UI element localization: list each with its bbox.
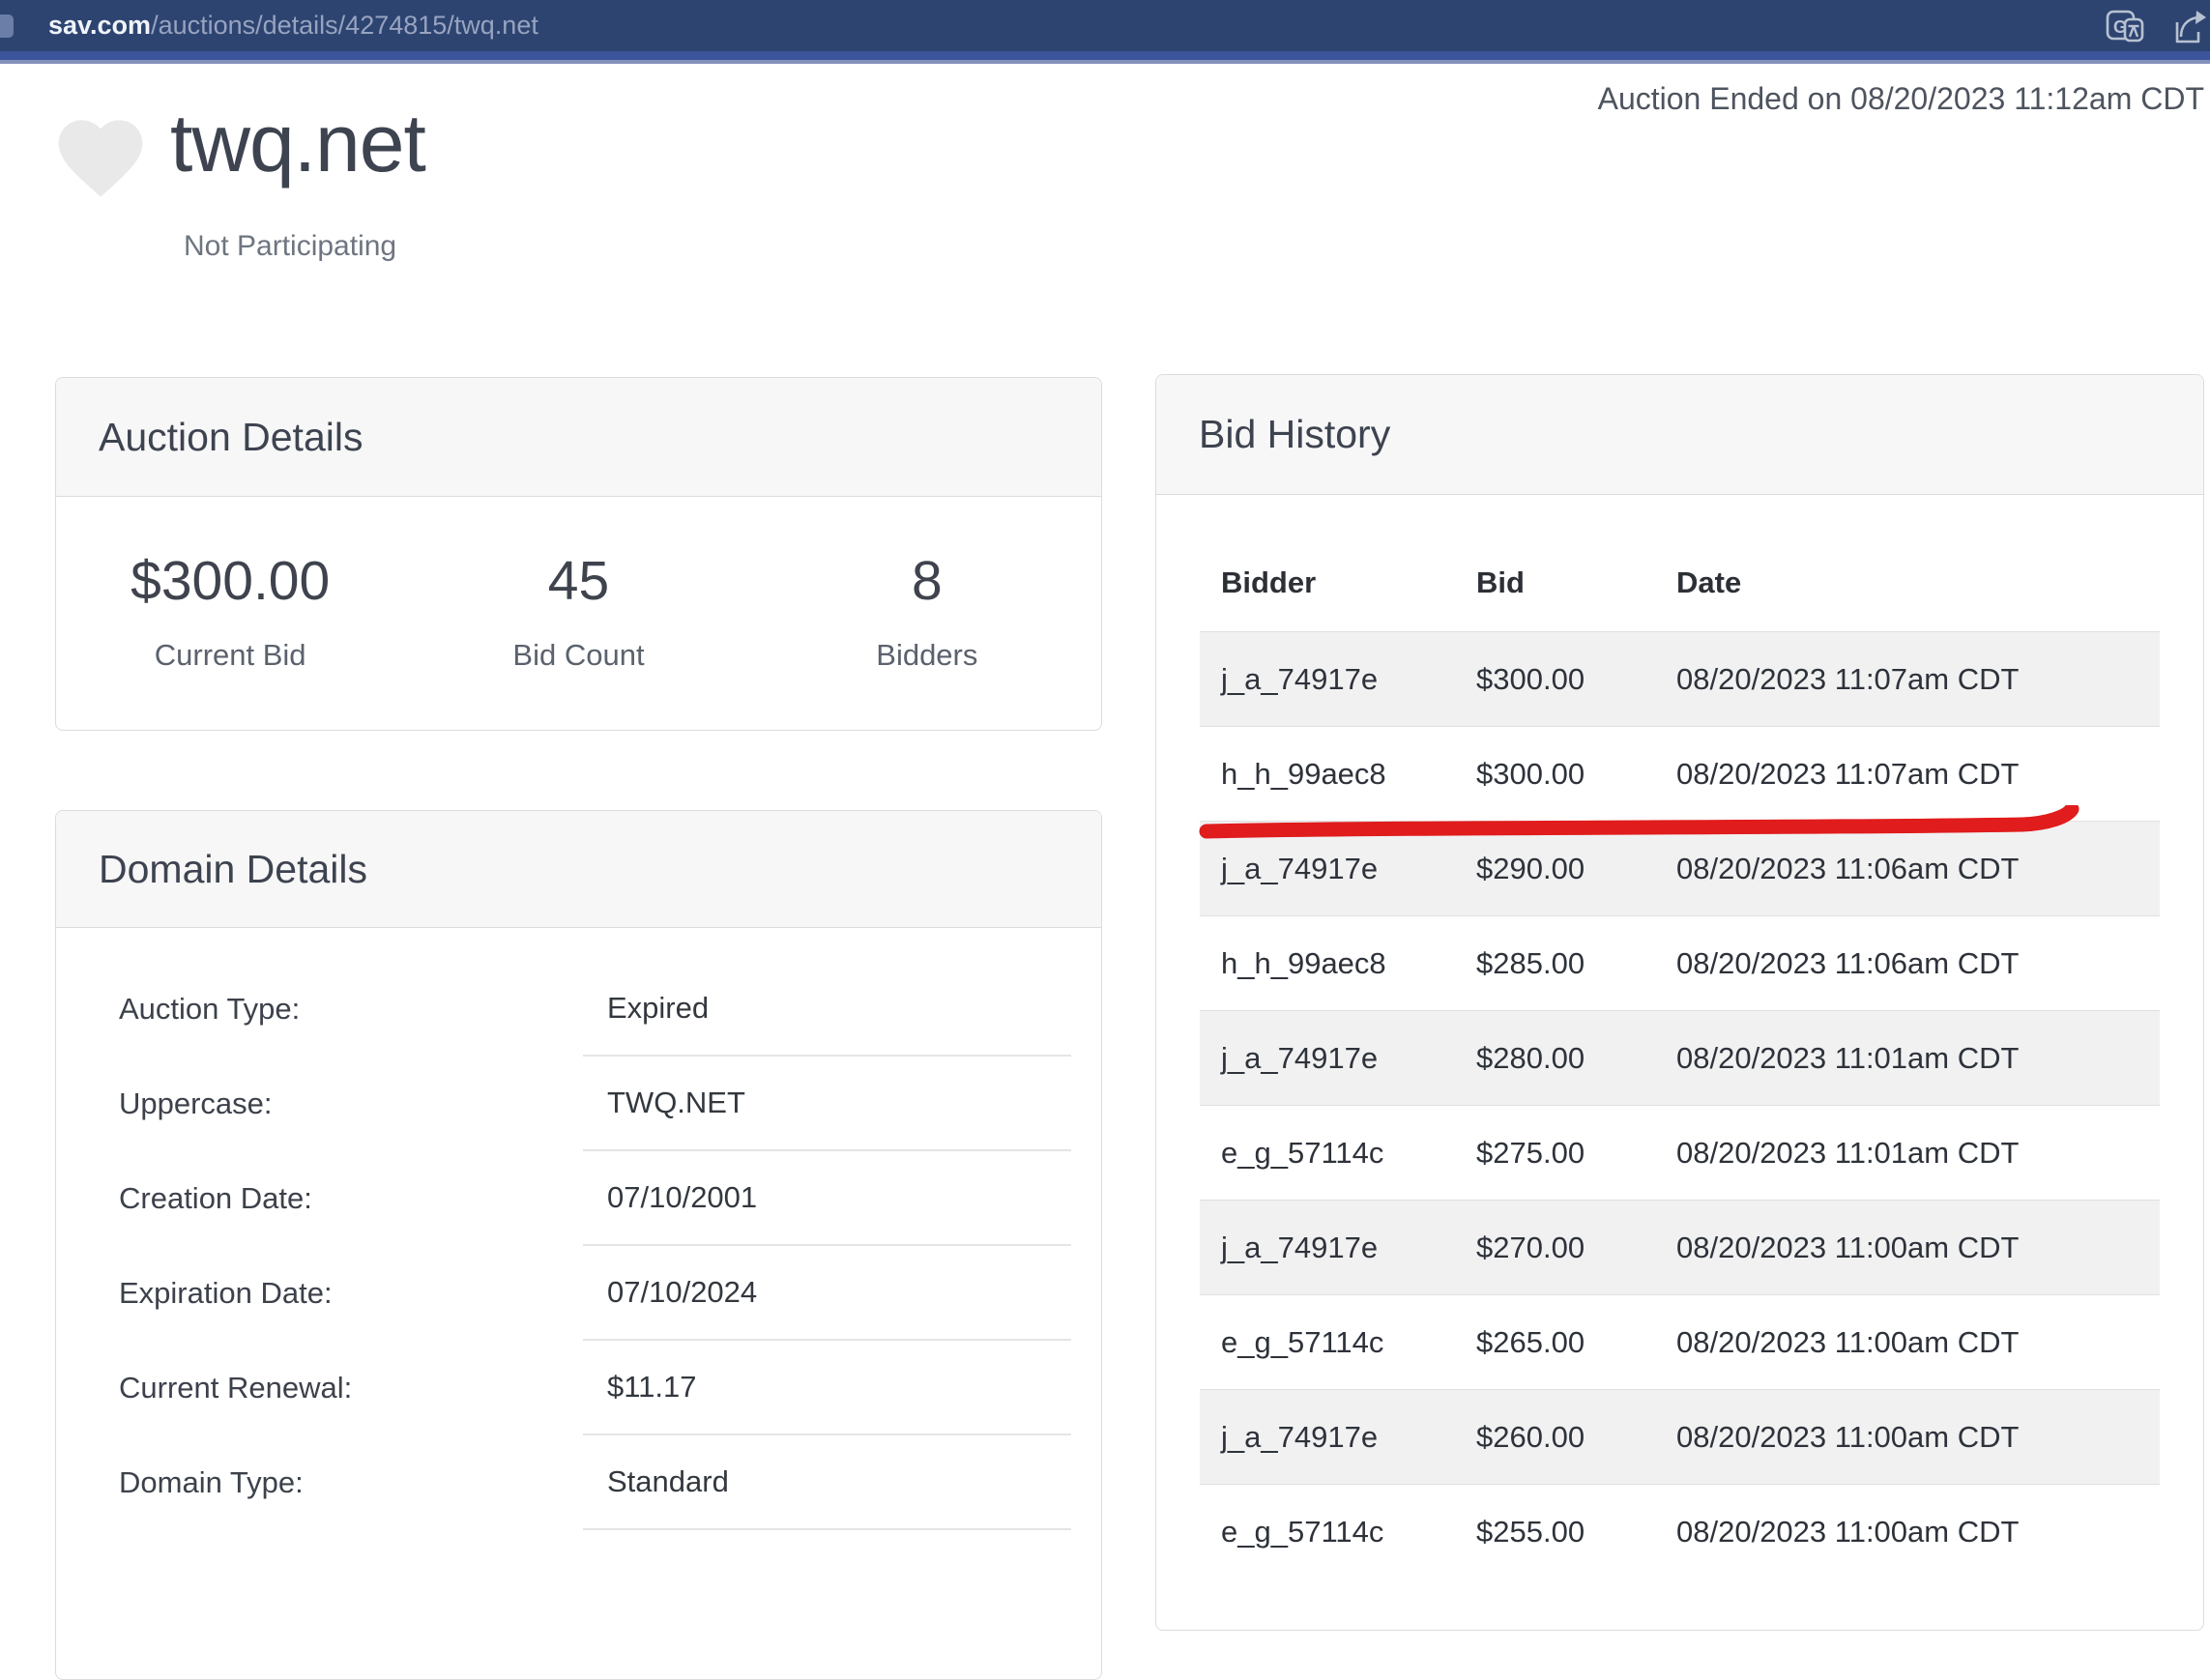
bid-row: j_a_74917e$280.0008/20/2023 11:01am CDT <box>1200 1010 2160 1105</box>
auction-stats: $300.00 Current Bid 45 Bid Count 8 Bidde… <box>56 497 1101 739</box>
bid-row-bidder: h_h_99aec8 <box>1200 946 1476 981</box>
bid-row: h_h_99aec8$285.0008/20/2023 11:06am CDT <box>1200 915 2160 1010</box>
bid-row-amount: $300.00 <box>1476 757 1676 792</box>
bid-row-amount: $300.00 <box>1476 662 1676 697</box>
domain-detail-row: Creation Date: 07/10/2001 <box>56 1151 1101 1246</box>
bid-row: e_g_57114c$265.0008/20/2023 11:00am CDT <box>1200 1294 2160 1389</box>
domain-detail-label: Creation Date: <box>119 1181 312 1216</box>
domain-detail-row: Uppercase: TWQ.NET <box>56 1057 1101 1151</box>
domain-detail-row: Domain Type: Standard <box>56 1435 1101 1530</box>
bid-row: j_a_74917e$300.0008/20/2023 11:07am CDT <box>1200 631 2160 726</box>
bid-row-bidder: e_g_57114c <box>1200 1515 1476 1550</box>
bid-history-title: Bid History <box>1156 375 2203 495</box>
bid-row-amount: $260.00 <box>1476 1420 1676 1455</box>
bid-row-amount: $265.00 <box>1476 1325 1676 1360</box>
bid-row: e_g_57114c$255.0008/20/2023 11:00am CDT <box>1200 1484 2160 1579</box>
domain-details-rows: Auction Type:ExpiredUppercase:TWQ.NETCre… <box>56 928 1101 1530</box>
bid-row-bidder: j_a_74917e <box>1200 1041 1476 1076</box>
domain-detail-value: 07/10/2001 <box>583 1151 1071 1246</box>
bid-count-label: Bid Count <box>404 638 752 673</box>
bid-row: j_a_74917e$290.0008/20/2023 11:06am CDT <box>1200 821 2160 915</box>
auction-details-title: Auction Details <box>56 378 1101 497</box>
domain-detail-label: Domain Type: <box>119 1465 304 1500</box>
current-bid-label: Current Bid <box>56 638 404 673</box>
bid-row-date: 08/20/2023 11:06am CDT <box>1676 946 2160 981</box>
bid-history-header-row: Bidder Bid Date <box>1200 535 2160 631</box>
domain-detail-row: Expiration Date: 07/10/2024 <box>56 1246 1101 1341</box>
domain-detail-label: Current Renewal: <box>119 1371 352 1405</box>
bid-row: j_a_74917e$270.0008/20/2023 11:00am CDT <box>1200 1200 2160 1294</box>
bid-row-amount: $285.00 <box>1476 946 1676 981</box>
current-bid-value: $300.00 <box>56 549 404 613</box>
bid-row-amount: $255.00 <box>1476 1515 1676 1550</box>
url-domain: sav.com <box>48 11 151 40</box>
stat-bidders: 8 Bidders <box>753 549 1101 673</box>
auction-ended-text: Auction Ended on 08/20/2023 11:12am CDT <box>1598 81 2204 117</box>
bid-row-bidder: h_h_99aec8 <box>1200 757 1476 792</box>
address-bar[interactable]: sav.com/auctions/details/4274815/twq.net <box>48 0 538 51</box>
top-bar-accent-strip <box>0 51 2210 60</box>
bid-history-body: j_a_74917e$300.0008/20/2023 11:07am CDTh… <box>1200 631 2160 1579</box>
bid-row-date: 08/20/2023 11:00am CDT <box>1676 1231 2160 1265</box>
domain-detail-value: $11.17 <box>583 1341 1071 1435</box>
bid-row-amount: $270.00 <box>1476 1231 1676 1265</box>
bid-row-bidder: j_a_74917e <box>1200 662 1476 697</box>
auction-details-card: Auction Details $300.00 Current Bid 45 B… <box>55 377 1102 731</box>
domain-detail-value: Standard <box>583 1435 1071 1530</box>
domain-detail-label: Expiration Date: <box>119 1276 333 1311</box>
top-bar-accent-line <box>0 60 2210 64</box>
bid-row-date: 08/20/2023 11:07am CDT <box>1676 662 2160 697</box>
domain-details-card: Domain Details Auction Type:ExpiredUpper… <box>55 810 1102 1680</box>
bid-count-value: 45 <box>404 549 752 613</box>
domain-detail-label: Auction Type: <box>119 992 300 1027</box>
bid-row: j_a_74917e$260.0008/20/2023 11:00am CDT <box>1200 1389 2160 1484</box>
share-icon[interactable] <box>2166 5 2208 47</box>
bid-row: e_g_57114c$275.0008/20/2023 11:01am CDT <box>1200 1105 2160 1200</box>
page-title: twq.net <box>170 97 425 190</box>
domain-detail-label: Uppercase: <box>119 1086 273 1121</box>
bid-row-date: 08/20/2023 11:00am CDT <box>1676 1515 2160 1550</box>
domain-detail-value: Expired <box>583 962 1071 1057</box>
url-path: /auctions/details/4274815/twq.net <box>151 11 538 40</box>
bid-row-date: 08/20/2023 11:01am CDT <box>1676 1136 2160 1171</box>
bid-row-bidder: e_g_57114c <box>1200 1136 1476 1171</box>
bid-row-amount: $280.00 <box>1476 1041 1676 1076</box>
bid-row-bidder: j_a_74917e <box>1200 1231 1476 1265</box>
translate-icon[interactable]: G <box>2104 5 2146 47</box>
column-header-bidder: Bidder <box>1200 565 1476 600</box>
stat-current-bid: $300.00 Current Bid <box>56 549 404 673</box>
domain-detail-row: Current Renewal: $11.17 <box>56 1341 1101 1435</box>
heart-icon[interactable] <box>50 108 151 199</box>
bid-row-bidder: e_g_57114c <box>1200 1325 1476 1360</box>
bid-history-table: Bidder Bid Date j_a_74917e$300.0008/20/2… <box>1200 535 2160 1579</box>
bid-row-date: 08/20/2023 11:07am CDT <box>1676 757 2160 792</box>
domain-details-title: Domain Details <box>56 811 1101 928</box>
address-bar-icon <box>0 14 14 38</box>
bid-row-highlighted: h_h_99aec8$300.0008/20/2023 11:07am CDT <box>1200 726 2160 821</box>
domain-detail-value: 07/10/2024 <box>583 1246 1071 1341</box>
bid-row-amount: $290.00 <box>1476 852 1676 886</box>
participation-status: Not Participating <box>184 230 396 263</box>
bid-row-amount: $275.00 <box>1476 1136 1676 1171</box>
bid-row-date: 08/20/2023 11:00am CDT <box>1676 1420 2160 1455</box>
stat-bid-count: 45 Bid Count <box>404 549 752 673</box>
bidders-label: Bidders <box>753 638 1101 673</box>
bid-history-card: Bid History Bidder Bid Date j_a_74917e$3… <box>1155 374 2204 1631</box>
bid-row-date: 08/20/2023 11:00am CDT <box>1676 1325 2160 1360</box>
column-header-bid: Bid <box>1476 565 1676 600</box>
bid-row-bidder: j_a_74917e <box>1200 852 1476 886</box>
bidders-value: 8 <box>753 549 1101 613</box>
bid-row-bidder: j_a_74917e <box>1200 1420 1476 1455</box>
domain-detail-value: TWQ.NET <box>583 1057 1071 1151</box>
domain-detail-row: Auction Type: Expired <box>56 962 1101 1057</box>
column-header-date: Date <box>1676 565 2160 600</box>
bid-row-date: 08/20/2023 11:01am CDT <box>1676 1041 2160 1076</box>
bid-row-date: 08/20/2023 11:06am CDT <box>1676 852 2160 886</box>
